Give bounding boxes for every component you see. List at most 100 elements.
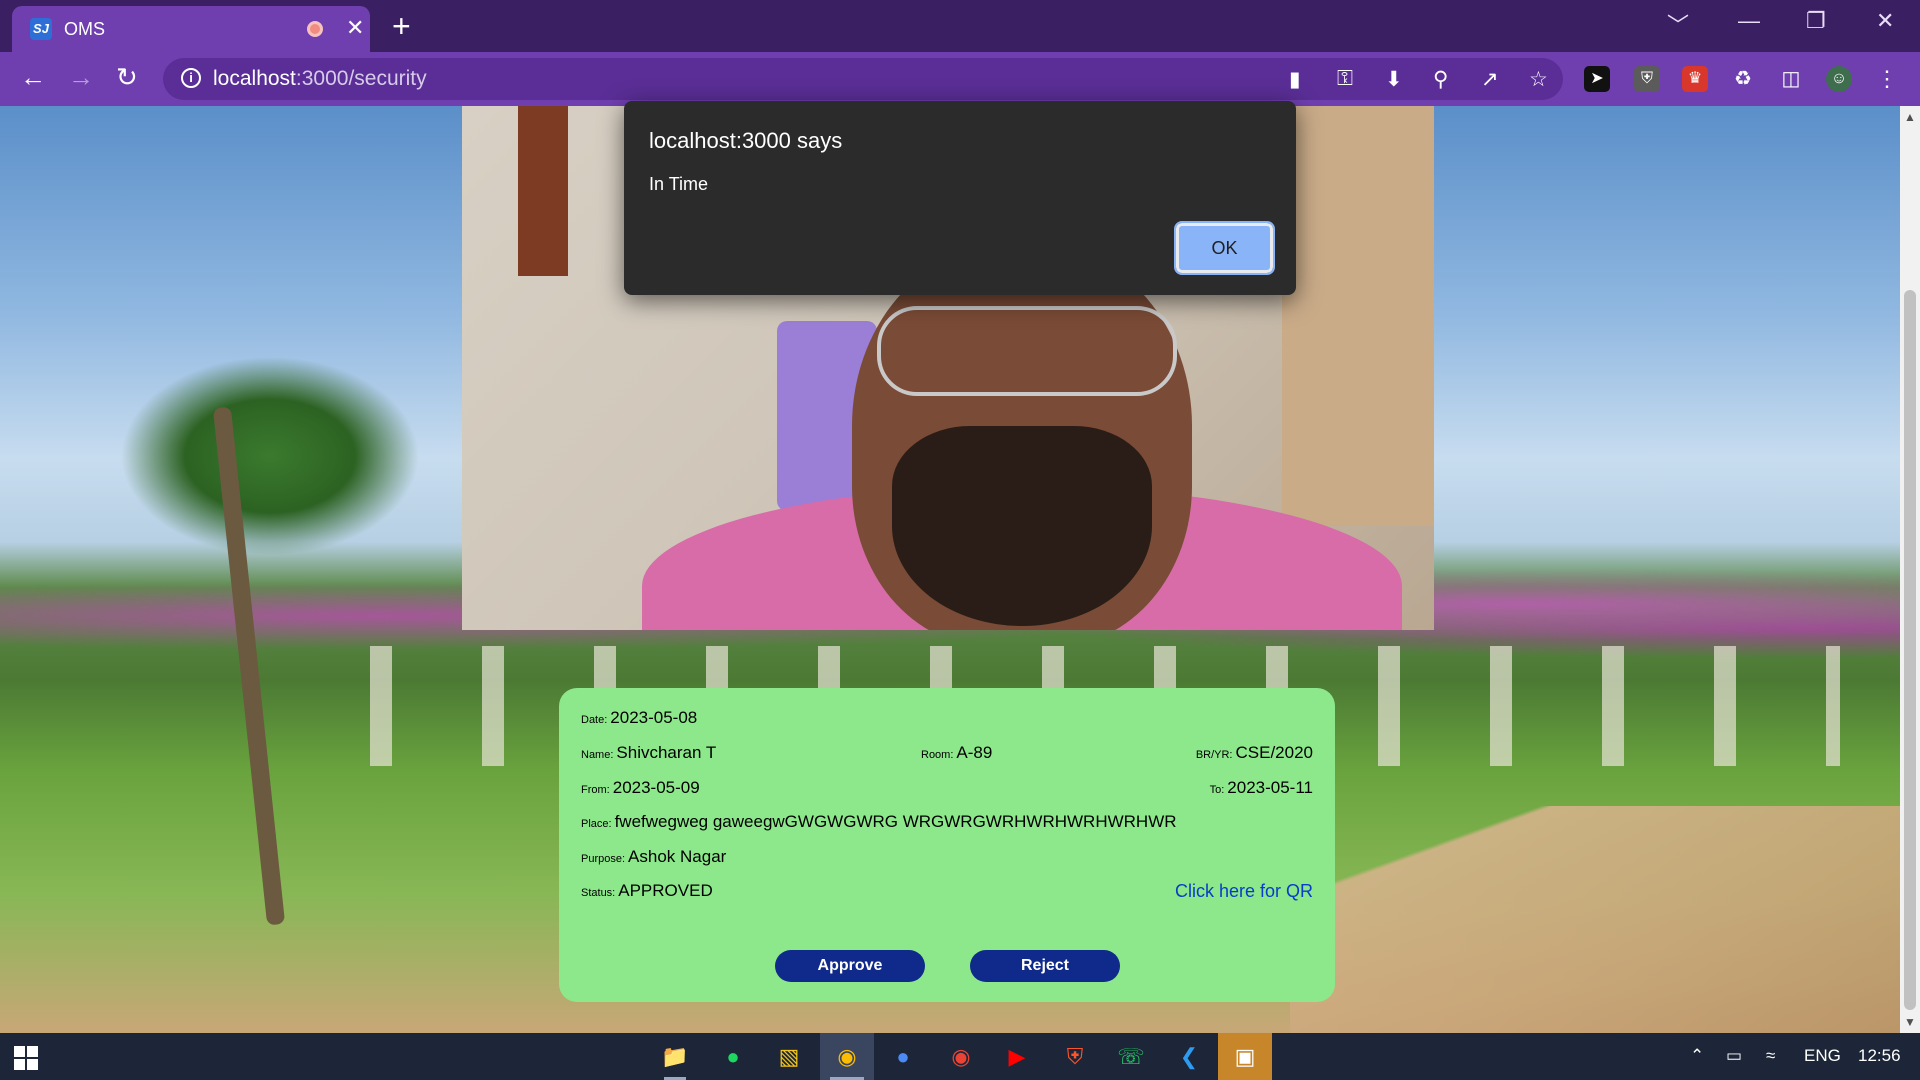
wifi-icon[interactable]: ≈	[1766, 1046, 1775, 1066]
orange-app-icon[interactable]: ▣	[1218, 1033, 1272, 1080]
tab-close-icon[interactable]: ✕	[346, 15, 364, 41]
browser-tab-oms[interactable]: SJ OMS ✕	[12, 6, 370, 52]
approve-button[interactable]: Approve	[775, 950, 925, 982]
place-row: Place: fwefwegweg gaweegwGWGWGWRG WRGWRGW…	[581, 812, 1313, 838]
room-label: Room:	[921, 749, 954, 761]
file-explorer-icon[interactable]: 📁	[648, 1033, 702, 1080]
blue-app-icon[interactable]: ●	[876, 1033, 930, 1080]
scroll-thumb[interactable]	[1904, 290, 1916, 1010]
tab-title: OMS	[64, 19, 106, 39]
status-value: APPROVED	[618, 881, 713, 900]
close-window-icon[interactable]: ✕	[1876, 8, 1894, 34]
dates-row: From: 2023-05-09 To: 2023-05-11	[581, 778, 1313, 804]
background-palm-crown	[120, 356, 420, 556]
date-value: 2023-05-08	[610, 708, 698, 727]
from-field: From: 2023-05-09	[581, 778, 700, 798]
name-value: Shivcharan T	[616, 743, 717, 762]
back-arrow-icon[interactable]: ←	[20, 62, 46, 93]
chrome-icon[interactable]: ◉	[820, 1033, 874, 1080]
webcam-glasses	[877, 306, 1177, 396]
reject-button[interactable]: Reject	[970, 950, 1120, 982]
menu-kebab-icon[interactable]: ⋮	[1874, 66, 1900, 92]
share-icon[interactable]: ↗	[1481, 67, 1499, 92]
date-label: Date:	[581, 714, 608, 726]
webcam-wall-art	[518, 106, 568, 276]
new-tab-button[interactable]: +	[392, 8, 411, 45]
scroll-down-arrow-icon[interactable]: ▼	[1904, 1015, 1916, 1029]
ublock-extension-icon[interactable]: ⛨	[1634, 66, 1660, 92]
tab-search-icon[interactable]: ﹀	[1667, 8, 1689, 40]
clock[interactable]: 12:56	[1858, 1046, 1901, 1066]
date-row: Date: 2023-05-08	[581, 708, 1313, 734]
reload-icon[interactable]: ↻	[116, 62, 138, 93]
install-icon[interactable]: ⬇	[1385, 67, 1403, 92]
background-path	[1290, 806, 1900, 1033]
forward-arrow-icon[interactable]: →	[68, 62, 94, 93]
purpose-row: Purpose: Ashok Nagar	[581, 847, 1313, 873]
status-field: Status: APPROVED	[581, 881, 713, 901]
red-extension-icon[interactable]: ♛	[1682, 66, 1708, 92]
dialog-message: In Time	[649, 174, 709, 194]
minimize-icon[interactable]: —	[1738, 8, 1760, 34]
place-label: Place:	[581, 818, 612, 830]
url-host: localhost	[213, 67, 296, 90]
status-row: Status: APPROVED Click here for QR	[581, 881, 1313, 907]
to-label: To:	[1209, 784, 1225, 796]
url-path: :3000/security	[295, 67, 427, 90]
yellow-app-icon[interactable]: ▧	[762, 1033, 816, 1080]
cursor-extension-icon[interactable]: ➤	[1584, 66, 1610, 92]
bryr-value: CSE/2020	[1235, 743, 1314, 762]
name-row: Name: Shivcharan T Room: A-89 BR/YR: CSE/20…	[581, 743, 1313, 769]
name-label: Name:	[581, 749, 614, 761]
youtube-icon[interactable]: ▶	[990, 1033, 1044, 1080]
purpose-label: Purpose:	[581, 853, 626, 865]
vscode-icon[interactable]: ❮	[1162, 1033, 1216, 1080]
outpass-card: Date: 2023-05-08 Name: Shivcharan T Room: A…	[559, 688, 1335, 1002]
whatsapp-icon[interactable]: ☏	[1104, 1033, 1158, 1080]
page-scrollbar[interactable]: ▲ ▼	[1900, 106, 1920, 1033]
webcam-cupboard	[1282, 106, 1434, 526]
purpose-value: Ashok Nagar	[628, 847, 727, 866]
address-bar[interactable]: i localhost:3000/security ▮ ⚿ ⬇ ⚲ ↗ ☆	[163, 58, 1563, 100]
place-field: Place: fwefwegweg gaweegwGWGWGWRG WRGWRGW…	[581, 812, 1177, 832]
to-field: To: 2023-05-11	[1210, 778, 1313, 798]
webcam-beard	[892, 426, 1152, 626]
purpose-field: Purpose: Ashok Nagar	[581, 847, 726, 867]
room-field: Room: A-89	[921, 743, 992, 763]
dialog-title: localhost:3000 says	[649, 128, 843, 153]
to-value: 2023-05-11	[1227, 778, 1313, 797]
bookmark-star-icon[interactable]: ☆	[1529, 67, 1548, 92]
bryr-field: BR/YR: CSE/2020	[1196, 743, 1313, 763]
browser-toolbar: ← → ↻ i localhost:3000/security ▮ ⚿ ⬇ ⚲ …	[0, 52, 1920, 106]
chrome-profile-icon[interactable]: ◉	[934, 1033, 988, 1080]
from-value: 2023-05-09	[612, 778, 700, 797]
alert-dialog: localhost:3000 says In Time OK	[624, 101, 1296, 295]
spotify-icon[interactable]: ●	[706, 1033, 760, 1080]
windows-start-icon[interactable]	[14, 1046, 38, 1070]
tray-chevron-icon[interactable]: ⌃	[1690, 1046, 1704, 1066]
brave-icon[interactable]: ⛨	[1048, 1033, 1102, 1080]
room-value: A-89	[956, 743, 993, 762]
profile-avatar[interactable]: ☺	[1826, 66, 1852, 92]
recording-indicator-icon	[307, 21, 323, 37]
key-icon[interactable]: ⚿	[1337, 67, 1353, 91]
camera-icon[interactable]: ▮	[1289, 67, 1301, 92]
qr-link[interactable]: Click here for QR	[1175, 881, 1313, 902]
extensions-puzzle-icon[interactable]: ♻	[1730, 66, 1756, 92]
restore-icon[interactable]: ❐	[1806, 8, 1826, 34]
name-field: Name: Shivcharan T	[581, 743, 716, 763]
url-text[interactable]: localhost:3000/security	[213, 67, 427, 91]
place-value: fwefwegweg gaweegwGWGWGWRG WRGWRGWRHWRHW…	[614, 812, 1177, 831]
browser-titlebar: SJ OMS ✕ + ﹀ — ❐ ✕	[0, 0, 1920, 52]
side-panel-icon[interactable]: ◫	[1778, 66, 1804, 92]
date-field: Date: 2023-05-08	[581, 708, 697, 728]
status-label: Status:	[581, 887, 616, 899]
site-info-icon[interactable]: i	[181, 68, 201, 88]
from-label: From:	[581, 784, 610, 796]
battery-icon[interactable]: ▭	[1726, 1046, 1742, 1066]
zoom-icon[interactable]: ⚲	[1433, 67, 1448, 92]
scroll-up-arrow-icon[interactable]: ▲	[1904, 110, 1916, 124]
windows-taskbar: 📁 ● ▧ ◉ ● ◉ ▶ ⛨ ☏ ❮ ▣ ⌃ ▭ ≈ ENG 12:56	[0, 1033, 1920, 1080]
language-indicator[interactable]: ENG	[1804, 1046, 1841, 1066]
dialog-ok-button[interactable]: OK	[1174, 221, 1275, 275]
